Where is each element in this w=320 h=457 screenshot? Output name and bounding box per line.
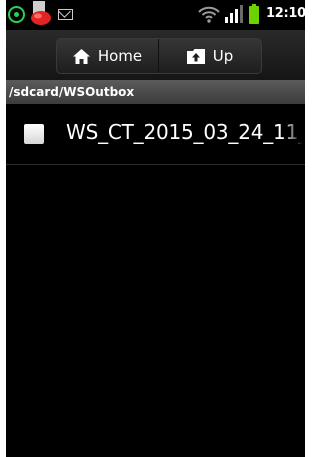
- up-button[interactable]: Up: [159, 39, 261, 73]
- home-icon: [72, 48, 90, 64]
- toolbar-button-group: Home Up: [56, 38, 262, 74]
- battery-icon: [249, 4, 259, 24]
- current-path: /sdcard/WSOutbox: [6, 80, 305, 104]
- whatsapp-icon: [8, 6, 25, 23]
- file-list: WS_CT_2015_03_24_11_09: [6, 104, 305, 165]
- file-name: WS_CT_2015_03_24_11_09: [66, 120, 305, 144]
- wifi-icon: [198, 4, 220, 24]
- mail-icon: [58, 9, 73, 20]
- folder-up-icon: [186, 48, 205, 64]
- list-item[interactable]: WS_CT_2015_03_24_11_09: [6, 104, 305, 165]
- toolbar: Home Up: [6, 30, 305, 80]
- status-bar: 12:10: [6, 0, 305, 30]
- up-button-label: Up: [212, 47, 234, 65]
- foxit-pdf-icon: [30, 1, 52, 26]
- home-button[interactable]: Home: [57, 39, 159, 73]
- status-time: 12:10: [266, 6, 305, 21]
- signal-icon: [225, 4, 243, 24]
- home-button-label: Home: [97, 47, 143, 65]
- app-screen: 12:10 Home Up /sdcard/WSOutbox WS_CT_201…: [6, 0, 305, 457]
- text-fade: [283, 104, 305, 164]
- file-icon: [24, 124, 44, 144]
